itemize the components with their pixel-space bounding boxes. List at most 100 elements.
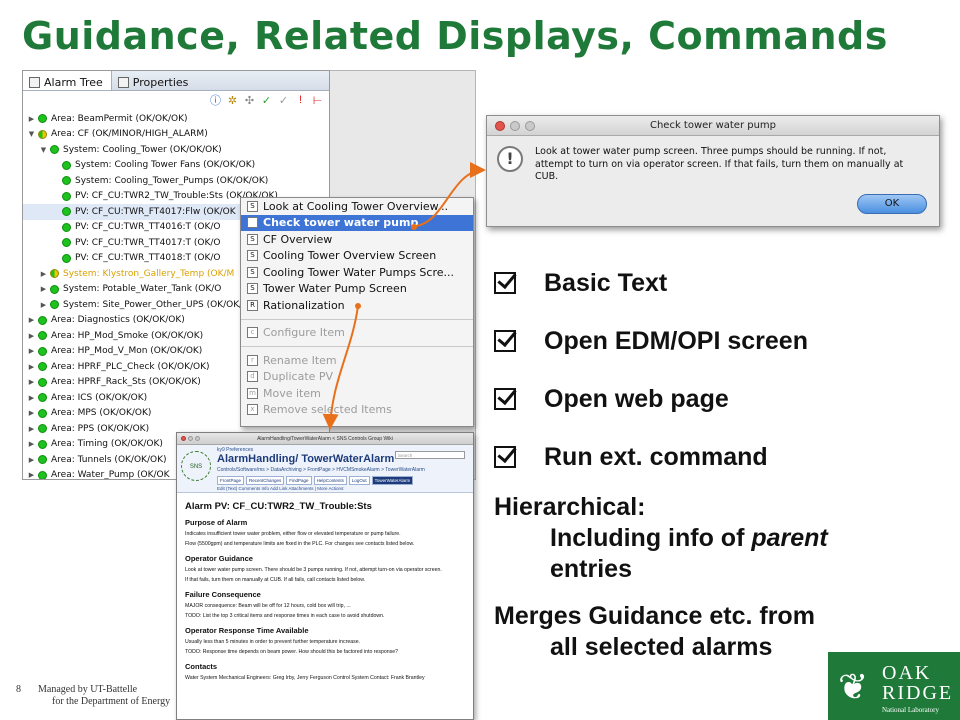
alarm-status-icon <box>38 439 47 449</box>
window-controls <box>495 121 535 131</box>
close-icon[interactable] <box>495 121 505 131</box>
wiki-breadcrumb[interactable]: Controls/Software/ms > DataArchiving > F… <box>217 467 425 473</box>
wiki-heading: Alarm PV: CF_CU:TWR2_TW_Trouble:Sts <box>185 501 372 512</box>
wiki-page-title[interactable]: AlarmHandling/ TowerWaterAlarm <box>217 453 394 465</box>
context-menu-item[interactable]: S Tower Water Pump Screen <box>241 281 473 298</box>
alarm-status-icon <box>50 269 59 279</box>
wiki-tab[interactable]: HelpContents <box>313 476 347 485</box>
alarm-status-icon <box>50 284 59 294</box>
info-icon[interactable]: ⓘ <box>210 92 221 108</box>
collapsed-arrow-icon[interactable]: ▶ <box>39 301 48 309</box>
alarm-status-icon <box>62 222 71 232</box>
dialog-title: Check tower water pump <box>649 120 777 131</box>
expanded-arrow-icon[interactable]: ▼ <box>39 146 48 154</box>
expanded-arrow-icon[interactable]: ▼ <box>27 130 36 138</box>
context-menu-item[interactable]: c Configure Item <box>241 325 473 342</box>
menu-item-icon: i <box>247 217 258 229</box>
context-menu-item[interactable]: S Cooling Tower Water Pumps Scre... <box>241 264 473 281</box>
minimize-icon[interactable] <box>510 121 520 131</box>
menu-separator <box>241 318 473 320</box>
collapsed-arrow-icon[interactable]: ▶ <box>27 456 36 464</box>
wiki-tab[interactable]: FindPage <box>286 476 312 485</box>
alarm-status-icon <box>38 346 47 356</box>
tree-row[interactable]: ▼ System: Cooling_Tower (OK/OK/OK) <box>23 142 329 158</box>
footer-line-2: for the Department of Energy <box>52 696 171 707</box>
wiki-tab[interactable]: FrontPage <box>217 476 245 485</box>
tree-row-label: Area: ICS (OK/OK/OK) <box>51 392 148 403</box>
collapsed-arrow-icon[interactable]: ▶ <box>27 115 36 123</box>
collapsed-arrow-icon[interactable]: ▶ <box>27 471 36 479</box>
wiki-tab[interactable]: LogOut <box>348 476 370 485</box>
alarm-status-icon <box>38 114 47 124</box>
unacknowledge-icon[interactable]: ✓ <box>278 94 289 107</box>
tree-row[interactable]: System: Cooling_Tower_Pumps (OK/OK/OK) <box>23 173 329 189</box>
menu-item-label: Cooling Tower Water Pumps Scre... <box>263 265 454 279</box>
collapsed-arrow-icon[interactable]: ▶ <box>27 409 36 417</box>
collapsed-arrow-icon[interactable]: ▶ <box>27 440 36 448</box>
collapsed-arrow-icon[interactable]: ▶ <box>39 270 48 278</box>
collapsed-arrow-icon[interactable]: ▶ <box>27 394 36 402</box>
wiki-minimize-icon[interactable] <box>188 436 193 441</box>
context-menu-item[interactable]: R Rationalization <box>241 297 473 314</box>
wiki-zoom-icon[interactable] <box>195 436 200 441</box>
tree-row-label: PV: CF_CU:TWR_TT4017:T (OK/O <box>75 237 221 248</box>
wiki-tab[interactable]: TowerWaterAlarm <box>371 476 414 485</box>
context-menu-item[interactable]: i Check tower water pump <box>241 214 473 231</box>
tree-row-label: System: Cooling_Tower_Pumps (OK/OK/OK) <box>75 175 269 186</box>
alarm-status-icon <box>38 362 47 372</box>
context-menu-item[interactable]: S CF Overview <box>241 231 473 248</box>
context-menu-item[interactable]: d Duplicate PV <box>241 369 473 386</box>
collapsed-arrow-icon[interactable]: ▶ <box>27 316 36 324</box>
sns-logo[interactable]: SNS <box>181 451 211 481</box>
menu-item-icon: S <box>247 283 258 295</box>
tab-alarm-tree[interactable]: Alarm Tree <box>23 71 112 90</box>
filter-icon[interactable]: ✣ <box>244 94 255 107</box>
collapsed-arrow-icon[interactable]: ▶ <box>39 285 48 293</box>
tree-row-label: Area: Diagnostics (OK/OK/OK) <box>51 315 185 326</box>
settings-icon[interactable]: ✲ <box>227 94 238 107</box>
menu-item-icon: S <box>247 233 258 245</box>
tab-properties[interactable]: Properties <box>112 71 197 90</box>
wiki-section-heading: Failure Consequence <box>185 590 261 599</box>
tree-row-label: Area: CF (OK/MINOR/HIGH_ALARM) <box>51 129 208 140</box>
alarm-status-icon <box>62 253 71 263</box>
wiki-paragraph: If that fails, turn them on manually at … <box>185 577 366 583</box>
acknowledge-icon[interactable]: ✓ <box>261 94 272 107</box>
wiki-header: SNS ky9 Preferences AlarmHandling/ Tower… <box>177 445 473 493</box>
menu-item-label: Check tower water pump <box>263 216 419 230</box>
tree-row-label: System: Cooling_Tower (OK/OK/OK) <box>63 144 222 155</box>
tree-row-label: PV: CF_CU:TWR_FT4017:Flw (OK/OK <box>75 206 236 217</box>
context-menu-item[interactable]: S Cooling Tower Overview Screen <box>241 248 473 265</box>
context-menu-item[interactable]: x Remove selected Items <box>241 402 473 419</box>
zoom-icon[interactable] <box>525 121 535 131</box>
menu-item-icon: c <box>247 327 258 339</box>
wiki-edit-links[interactable]: Edit (Text) Comments Info Add Link Attac… <box>217 486 344 491</box>
context-menu-item[interactable]: r Rename Item <box>241 352 473 369</box>
tree-row-label: PV: CF_CU:TWR_TT4018:T (OK/O <box>75 253 221 264</box>
context-menu-item[interactable]: S Look at Cooling Tower Overview... <box>241 198 473 215</box>
tree-row[interactable]: ▶ Area: BeamPermit (OK/OK/OK) <box>23 111 329 127</box>
wiki-window-controls <box>181 436 200 441</box>
collapsed-arrow-icon[interactable]: ▶ <box>27 425 36 433</box>
oak-leaf-icon: ❦ <box>838 666 869 707</box>
view-tabbar: Alarm Tree Properties <box>23 71 329 91</box>
wiki-section-heading: Purpose of Alarm <box>185 518 248 527</box>
clear-icon[interactable]: ⊢ <box>312 94 323 107</box>
collapsed-arrow-icon[interactable]: ▶ <box>27 378 36 386</box>
wiki-search-input[interactable]: Search <box>395 451 465 459</box>
tree-row[interactable]: System: Cooling Tower Fans (OK/OK/OK) <box>23 158 329 174</box>
tree-row-label: System: Klystron_Gallery_Temp (OK/M <box>63 268 235 279</box>
wiki-tab[interactable]: RecentChanges <box>246 476 285 485</box>
context-menu-item[interactable]: m Move item <box>241 385 473 402</box>
wiki-content: Alarm PV: CF_CU:TWR2_TW_Trouble:Sts Purp… <box>177 493 473 682</box>
logo-subtitle: National Laboratory <box>882 706 939 714</box>
tree-row[interactable]: ▼ Area: CF (OK/MINOR/HIGH_ALARM) <box>23 127 329 143</box>
alarm-icon[interactable]: ! <box>295 94 306 106</box>
ok-button[interactable]: OK <box>857 194 927 214</box>
menu-item-label: Move item <box>263 386 321 400</box>
feature-item: Open EDM/OPI screen <box>494 312 934 370</box>
wiki-close-icon[interactable] <box>181 436 186 441</box>
collapsed-arrow-icon[interactable]: ▶ <box>27 363 36 371</box>
collapsed-arrow-icon[interactable]: ▶ <box>27 332 36 340</box>
collapsed-arrow-icon[interactable]: ▶ <box>27 347 36 355</box>
